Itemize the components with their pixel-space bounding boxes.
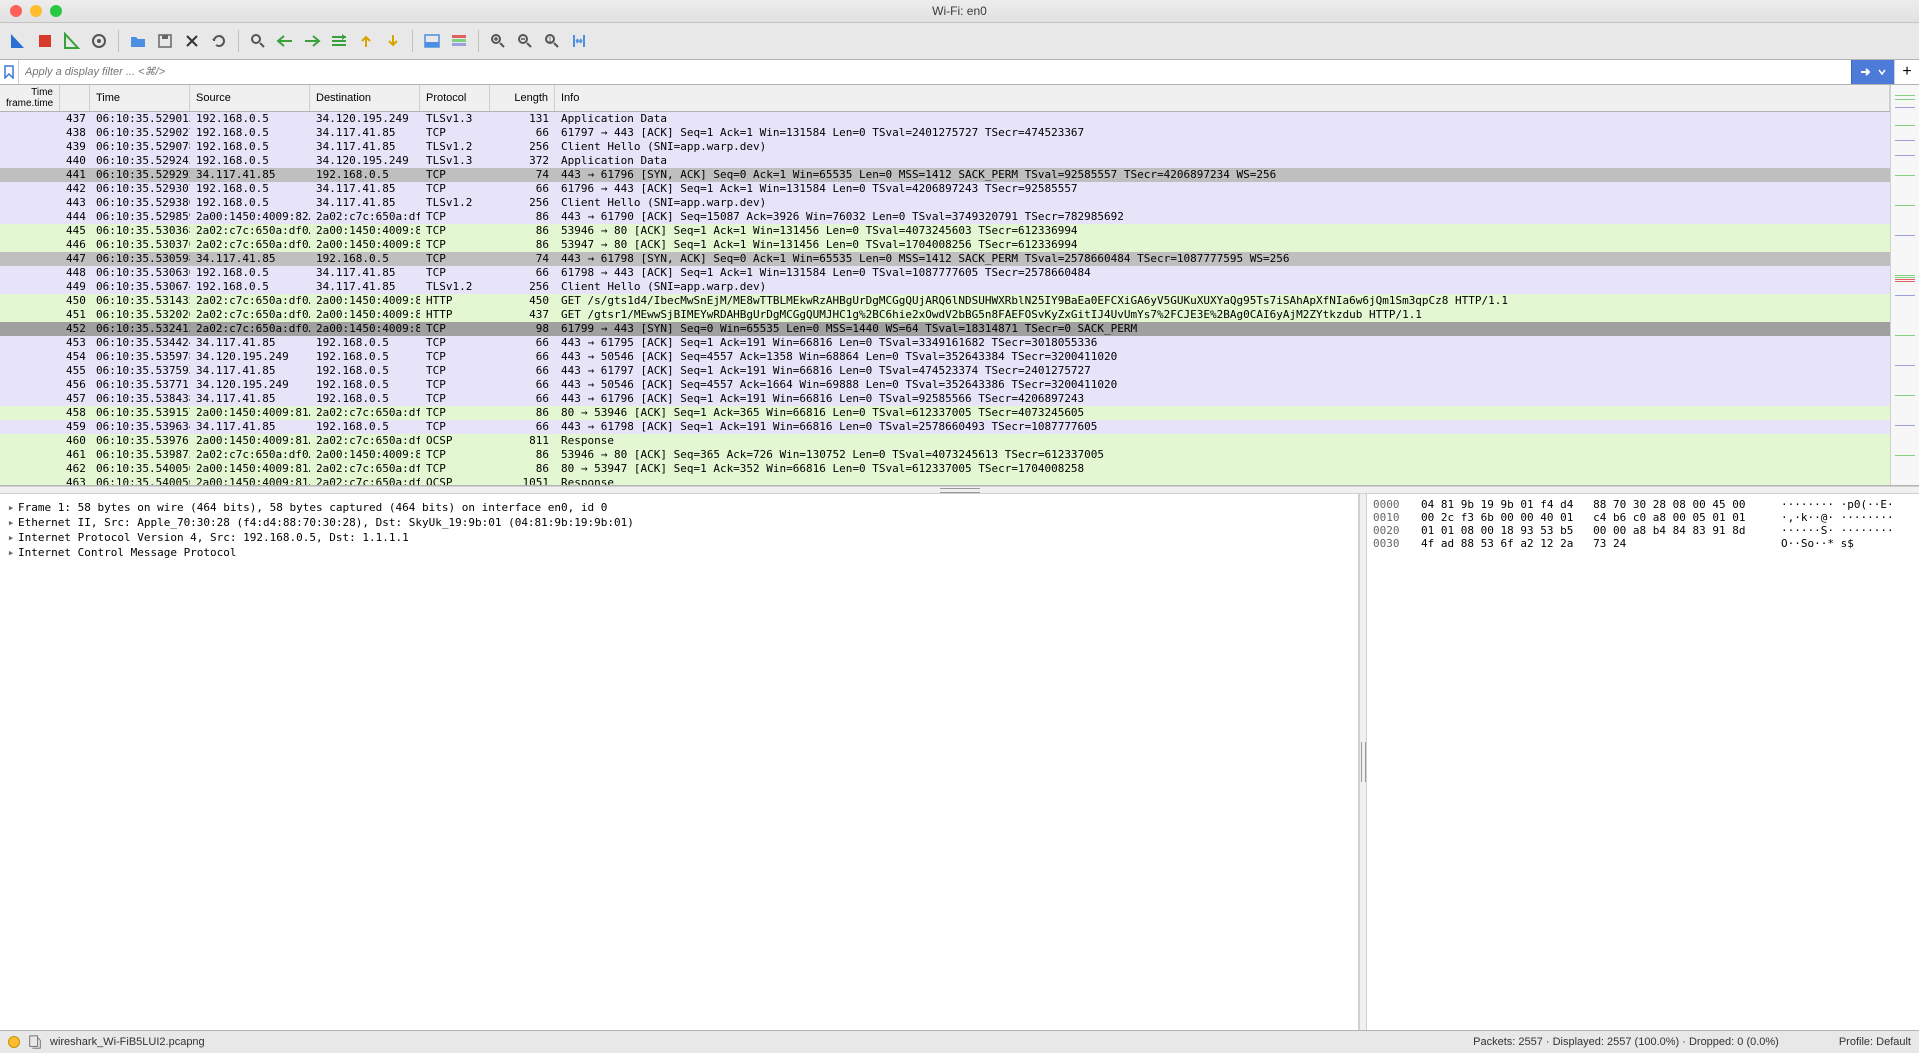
detail-tree-item[interactable]: ▸Frame 1: 58 bytes on wire (464 bits), 5… (4, 500, 1354, 515)
status-bar: wireshark_Wi-FiB5LUI2.pcapng Packets: 25… (0, 1030, 1919, 1053)
packet-row[interactable]: 43806:10:35.529027192.168.0.534.117.41.8… (0, 126, 1890, 140)
detail-tree-item[interactable]: ▸Internet Control Message Protocol (4, 545, 1354, 560)
save-file-button[interactable] (153, 29, 177, 53)
col-no-hidden[interactable] (60, 85, 90, 111)
toolbar-separator (478, 30, 479, 52)
detail-tree-item[interactable]: ▸Ethernet II, Src: Apple_70:30:28 (f4:d4… (4, 515, 1354, 530)
open-file-button[interactable] (126, 29, 150, 53)
packet-row[interactable]: 43706:10:35.529013192.168.0.534.120.195.… (0, 112, 1890, 126)
packet-minimap[interactable] (1890, 85, 1919, 485)
capture-options-button[interactable] (87, 29, 111, 53)
packet-row[interactable]: 45806:10:35.5391572a00:1450:4009:81…2a02… (0, 406, 1890, 420)
stop-capture-button[interactable] (33, 29, 57, 53)
close-file-button[interactable] (180, 29, 204, 53)
packet-row[interactable]: 45406:10:35.53597834.120.195.249192.168.… (0, 350, 1890, 364)
titlebar: Wi-Fi: en0 (0, 0, 1919, 23)
go-back-button[interactable] (273, 29, 297, 53)
hex-row[interactable]: 001000 2c f3 6b 00 00 40 01 c4 b6 c0 a8 … (1373, 511, 1913, 524)
zoom-out-button[interactable] (513, 29, 537, 53)
detail-tree-item[interactable]: ▸Internet Protocol Version 4, Src: 192.1… (4, 530, 1354, 545)
go-last-button[interactable] (381, 29, 405, 53)
col-info[interactable]: Info (555, 85, 1890, 111)
status-packet-stats: Packets: 2557 · Displayed: 2557 (100.0%)… (1473, 1036, 1779, 1048)
packet-row[interactable]: 44506:10:35.5303682a02:c7c:650a:df0…2a00… (0, 224, 1890, 238)
display-filter-bar: + (0, 60, 1919, 85)
col-protocol[interactable]: Protocol (420, 85, 490, 111)
packet-row[interactable]: 44906:10:35.530674192.168.0.534.117.41.8… (0, 280, 1890, 294)
packet-row[interactable]: 45006:10:35.5314352a02:c7c:650a:df0…2a00… (0, 294, 1890, 308)
packet-row[interactable]: 45106:10:35.5320262a02:c7c:650a:df0…2a00… (0, 308, 1890, 322)
svg-text:1: 1 (548, 37, 552, 44)
expand-triangle-icon[interactable]: ▸ (4, 501, 18, 514)
col-source[interactable]: Source (190, 85, 310, 111)
horizontal-splitter[interactable] (0, 486, 1919, 494)
packet-row[interactable]: 44306:10:35.529380192.168.0.534.117.41.8… (0, 196, 1890, 210)
packet-row[interactable]: 45506:10:35.53759334.117.41.85192.168.0.… (0, 364, 1890, 378)
main-toolbar: 1 (0, 23, 1919, 60)
find-packet-button[interactable] (246, 29, 270, 53)
vertical-splitter[interactable] (1359, 494, 1367, 1030)
colorize-button[interactable] (447, 29, 471, 53)
capture-file-properties-icon[interactable] (28, 1035, 42, 1049)
packet-list-header[interactable]: Timeframe.time Time Source Destination P… (0, 85, 1890, 112)
packet-row[interactable]: 44006:10:35.529243192.168.0.534.120.195.… (0, 154, 1890, 168)
packet-list-table[interactable]: Timeframe.time Time Source Destination P… (0, 85, 1890, 485)
packet-row[interactable]: 43906:10:35.529078192.168.0.534.117.41.8… (0, 140, 1890, 154)
packet-details-pane[interactable]: ▸Frame 1: 58 bytes on wire (464 bits), 5… (0, 494, 1359, 1030)
col-time[interactable]: Time (90, 85, 190, 111)
bookmark-icon[interactable] (0, 60, 19, 84)
col-destination[interactable]: Destination (310, 85, 420, 111)
add-filter-button[interactable]: + (1894, 60, 1919, 84)
display-filter-input[interactable] (19, 60, 1851, 84)
packet-rows[interactable]: 43706:10:35.529013192.168.0.534.120.195.… (0, 112, 1890, 485)
packet-row[interactable]: 44406:10:35.5298592a00:1450:4009:82…2a02… (0, 210, 1890, 224)
col-time-frame[interactable]: Timeframe.time (0, 85, 60, 111)
packet-row[interactable]: 46106:10:35.5398732a02:c7c:650a:df0…2a00… (0, 448, 1890, 462)
expand-triangle-icon[interactable]: ▸ (4, 546, 18, 559)
packet-row[interactable]: 46206:10:35.5400562a00:1450:4009:81…2a02… (0, 462, 1890, 476)
packet-row[interactable]: 45906:10:35.53963434.117.41.85192.168.0.… (0, 420, 1890, 434)
expand-triangle-icon[interactable]: ▸ (4, 516, 18, 529)
packet-row[interactable]: 44106:10:35.52929234.117.41.85192.168.0.… (0, 168, 1890, 182)
packet-bytes-pane[interactable]: 000004 81 9b 19 9b 01 f4 d4 88 70 30 28 … (1367, 494, 1919, 1030)
hex-row[interactable]: 002001 01 08 00 18 93 53 b5 00 00 a8 b4 … (1373, 524, 1913, 537)
toolbar-separator (238, 30, 239, 52)
packet-row[interactable]: 45206:10:35.5324132a02:c7c:650a:df0…2a00… (0, 322, 1890, 336)
expert-info-icon[interactable] (8, 1036, 20, 1048)
packet-row[interactable]: 45306:10:35.53442434.117.41.85192.168.0.… (0, 336, 1890, 350)
packet-row[interactable]: 46006:10:35.5397612a00:1450:4009:81…2a02… (0, 434, 1890, 448)
zoom-reset-button[interactable]: 1 (540, 29, 564, 53)
go-forward-button[interactable] (300, 29, 324, 53)
packet-list-pane: Timeframe.time Time Source Destination P… (0, 85, 1919, 486)
packet-row[interactable]: 44706:10:35.53059834.117.41.85192.168.0.… (0, 252, 1890, 266)
resize-columns-button[interactable] (567, 29, 591, 53)
expand-triangle-icon[interactable]: ▸ (4, 531, 18, 544)
status-profile[interactable]: Profile: Default (1839, 1036, 1911, 1048)
bottom-panes: ▸Frame 1: 58 bytes on wire (464 bits), 5… (0, 494, 1919, 1030)
restart-capture-button[interactable] (60, 29, 84, 53)
status-file-name: wireshark_Wi-FiB5LUI2.pcapng (50, 1036, 205, 1048)
start-capture-button[interactable] (6, 29, 30, 53)
packet-row[interactable]: 44806:10:35.530630192.168.0.534.117.41.8… (0, 266, 1890, 280)
hex-row[interactable]: 000004 81 9b 19 9b 01 f4 d4 88 70 30 28 … (1373, 498, 1913, 511)
col-length[interactable]: Length (490, 85, 555, 111)
go-first-button[interactable] (354, 29, 378, 53)
packet-row[interactable]: 46306:10:35.5400562a00:1450:4009:81…2a02… (0, 476, 1890, 485)
auto-scroll-button[interactable] (420, 29, 444, 53)
window-title: Wi-Fi: en0 (0, 4, 1919, 18)
filter-apply-button[interactable] (1851, 60, 1894, 84)
go-to-packet-button[interactable] (327, 29, 351, 53)
packet-row[interactable]: 44206:10:35.529307192.168.0.534.117.41.8… (0, 182, 1890, 196)
packet-row[interactable]: 44606:10:35.5303702a02:c7c:650a:df0…2a00… (0, 238, 1890, 252)
toolbar-separator (118, 30, 119, 52)
packet-row[interactable]: 45606:10:35.53771134.120.195.249192.168.… (0, 378, 1890, 392)
reload-file-button[interactable] (207, 29, 231, 53)
toolbar-separator (412, 30, 413, 52)
zoom-in-button[interactable] (486, 29, 510, 53)
hex-row[interactable]: 00304f ad 88 53 6f a2 12 2a 73 24O··So··… (1373, 537, 1913, 550)
packet-row[interactable]: 45706:10:35.53843834.117.41.85192.168.0.… (0, 392, 1890, 406)
